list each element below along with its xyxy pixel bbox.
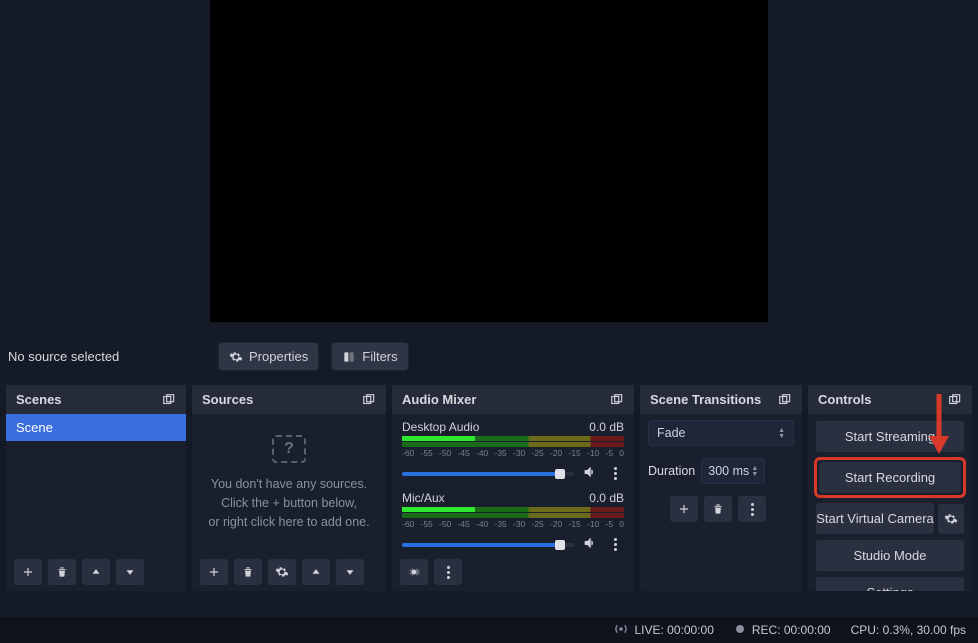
gear-icon	[229, 350, 243, 364]
delete-transition-button[interactable]	[704, 496, 732, 522]
add-source-button[interactable]	[200, 559, 228, 585]
sources-empty-line: Click the + button below,	[221, 494, 357, 513]
filters-label: Filters	[362, 349, 397, 364]
sources-empty-line: You don't have any sources.	[211, 475, 367, 494]
settings-button[interactable]: Settings	[816, 577, 964, 591]
transition-selected: Fade	[657, 426, 686, 440]
question-icon: ?	[272, 435, 306, 463]
dock-row: Scenes Scene Sources ? You don't have an…	[0, 381, 978, 591]
controls-title: Controls	[818, 392, 871, 407]
studio-mode-button[interactable]: Studio Mode	[816, 540, 964, 571]
audio-title: Audio Mixer	[402, 392, 476, 407]
audio-channel-name: Desktop Audio	[402, 420, 479, 434]
duration-value: 300 ms	[708, 464, 749, 478]
volume-slider[interactable]	[402, 472, 574, 476]
preview-area	[0, 0, 978, 333]
sources-title: Sources	[202, 392, 253, 407]
audio-scale: -60-55-50-45-40-35-30-25-20-15-10-50	[402, 519, 624, 529]
popout-icon[interactable]	[162, 393, 176, 407]
scene-item[interactable]: Scene	[6, 414, 186, 441]
scenes-title: Scenes	[16, 392, 62, 407]
sources-list[interactable]: ? You don't have any sources. Click the …	[192, 414, 386, 553]
scenes-list[interactable]: Scene	[6, 414, 186, 553]
audio-channel: Mic/Aux 0.0 dB -60-55-50-45-40-35-30-25-20…	[392, 485, 634, 553]
source-up-button[interactable]	[302, 559, 330, 585]
start-recording-button[interactable]: Start Recording	[819, 462, 961, 493]
start-streaming-button[interactable]: Start Streaming	[816, 421, 964, 452]
filters-icon	[342, 350, 356, 364]
popout-icon[interactable]	[778, 393, 792, 407]
scenes-dock: Scenes Scene	[6, 385, 186, 591]
controls-body: Start Streaming Start Recording Start Vi…	[808, 414, 972, 591]
source-toolbar: No source selected Properties Filters	[0, 333, 978, 381]
audio-advanced-button[interactable]	[400, 559, 428, 585]
annotation-highlight: Start Recording	[814, 457, 966, 498]
audio-meter	[402, 436, 624, 441]
sources-empty-line: or right click here to add one.	[208, 513, 369, 532]
chevron-updown-icon: ▲▼	[778, 428, 785, 439]
audio-channel-menu[interactable]	[606, 467, 624, 480]
audio-channel-menu[interactable]	[606, 538, 624, 551]
properties-label: Properties	[249, 349, 308, 364]
sources-footer	[192, 553, 386, 591]
speaker-icon[interactable]	[582, 464, 598, 483]
properties-button[interactable]: Properties	[218, 342, 319, 371]
audio-meter	[402, 513, 624, 518]
audio-meter	[402, 442, 624, 447]
transitions-header: Scene Transitions	[640, 385, 802, 414]
audio-menu-button[interactable]	[434, 559, 462, 585]
source-down-button[interactable]	[336, 559, 364, 585]
start-virtual-camera-button[interactable]: Start Virtual Camera	[816, 503, 934, 534]
controls-dock: Controls Start Streaming Start Recording…	[808, 385, 972, 591]
audio-mixer-dock: Audio Mixer Desktop Audio 0.0 dB -60-55-50…	[392, 385, 634, 591]
volume-slider[interactable]	[402, 543, 574, 547]
add-transition-button[interactable]	[670, 496, 698, 522]
audio-footer	[392, 553, 634, 591]
audio-channel-db: 0.0 dB	[589, 420, 624, 434]
audio-channel-name: Mic/Aux	[402, 491, 445, 505]
delete-scene-button[interactable]	[48, 559, 76, 585]
duration-input[interactable]: 300 ms ▲▼	[701, 458, 765, 484]
delete-source-button[interactable]	[234, 559, 262, 585]
status-live: LIVE: 00:00:00	[614, 622, 713, 639]
controls-header: Controls	[808, 385, 972, 414]
scene-down-button[interactable]	[116, 559, 144, 585]
audio-meter	[402, 507, 624, 512]
transitions-body: Fade ▲▼ Duration 300 ms ▲▼	[640, 414, 802, 591]
broadcast-icon	[614, 622, 628, 639]
sources-header: Sources	[192, 385, 386, 414]
audio-channel-db: 0.0 dB	[589, 491, 624, 505]
no-source-label: No source selected	[8, 349, 188, 364]
filters-button[interactable]: Filters	[331, 342, 408, 371]
transition-select[interactable]: Fade ▲▼	[648, 420, 794, 446]
transitions-title: Scene Transitions	[650, 392, 761, 407]
scene-up-button[interactable]	[82, 559, 110, 585]
spinner-icon[interactable]: ▲▼	[751, 466, 758, 477]
source-properties-button[interactable]	[268, 559, 296, 585]
preview-canvas[interactable]	[210, 0, 768, 322]
sources-dock: Sources ? You don't have any sources. Cl…	[192, 385, 386, 591]
status-cpu: CPU: 0.3%, 30.00 fps	[851, 623, 966, 637]
popout-icon[interactable]	[610, 393, 624, 407]
speaker-icon[interactable]	[582, 535, 598, 553]
transition-menu-button[interactable]	[738, 496, 766, 522]
record-icon	[734, 623, 746, 638]
scenes-header: Scenes	[6, 385, 186, 414]
duration-label: Duration	[648, 464, 695, 478]
popout-icon[interactable]	[362, 393, 376, 407]
add-scene-button[interactable]	[14, 559, 42, 585]
audio-scale: -60-55-50-45-40-35-30-25-20-15-10-50	[402, 448, 624, 458]
audio-header: Audio Mixer	[392, 385, 634, 414]
scenes-footer	[6, 553, 186, 591]
audio-channel: Desktop Audio 0.0 dB -60-55-50-45-40-35-30…	[392, 414, 634, 485]
popout-icon[interactable]	[948, 393, 962, 407]
virtual-camera-settings-button[interactable]	[938, 504, 964, 534]
transitions-dock: Scene Transitions Fade ▲▼ Duration 300 m…	[640, 385, 802, 591]
status-rec: REC: 00:00:00	[734, 623, 831, 638]
sources-empty: ? You don't have any sources. Click the …	[192, 414, 386, 553]
status-bar: LIVE: 00:00:00 REC: 00:00:00 CPU: 0.3%, …	[0, 617, 978, 643]
audio-body: Desktop Audio 0.0 dB -60-55-50-45-40-35-30…	[392, 414, 634, 553]
